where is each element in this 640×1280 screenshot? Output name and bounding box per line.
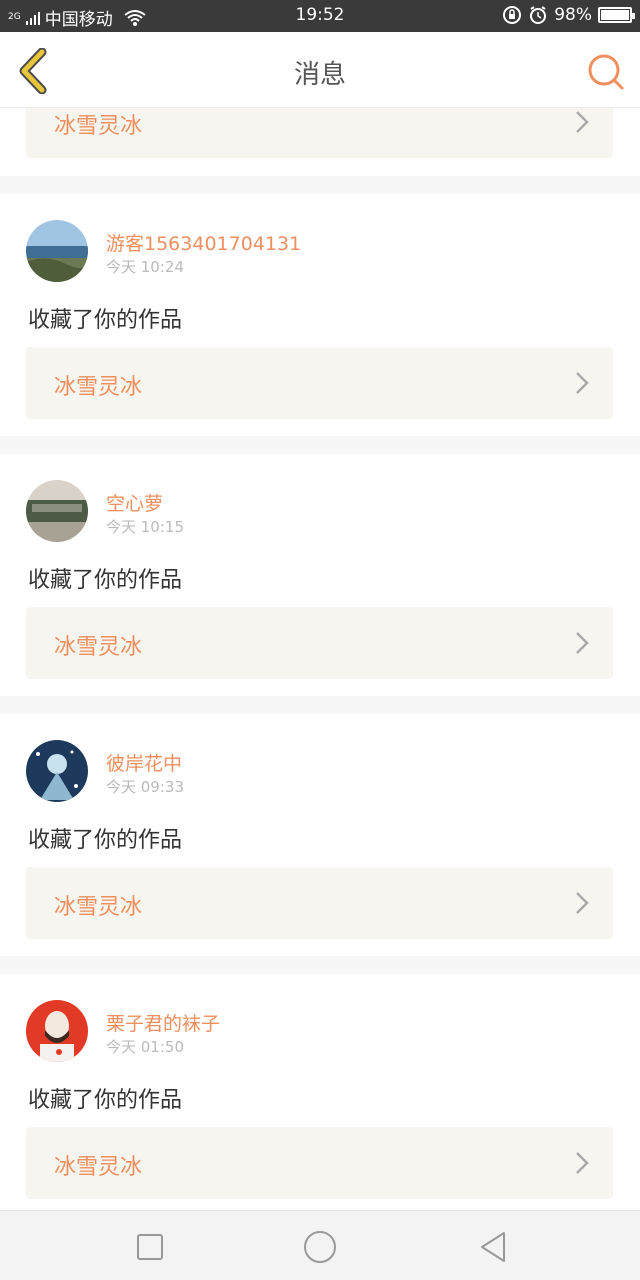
- avatar[interactable]: [26, 740, 88, 802]
- avatar[interactable]: [26, 480, 88, 542]
- action-text: 收藏了你的作品: [28, 1088, 183, 1113]
- action-text: 收藏了你的作品: [28, 568, 183, 593]
- timestamp: 今天 09:33: [106, 778, 184, 796]
- message-card: 彼岸花中 今天 09:33 收藏了你的作品 冰雪灵冰: [0, 714, 640, 956]
- battery-percent: 98%: [554, 5, 592, 25]
- chevron-right-icon: [576, 111, 589, 133]
- system-nav-bar: [0, 1210, 640, 1280]
- chevron-right-icon: [576, 1152, 589, 1174]
- message-card: 空心萝 今天 10:15 收藏了你的作品 冰雪灵冰: [0, 454, 640, 696]
- message-card: 游客1563401704131 今天 10:24 收藏了你的作品 冰雪灵冰: [0, 194, 640, 436]
- action-text: 收藏了你的作品: [28, 828, 183, 853]
- work-link[interactable]: 冰雪灵冰: [26, 607, 613, 679]
- timestamp: 今天 10:24: [106, 258, 184, 276]
- username[interactable]: 彼岸花中: [106, 749, 182, 776]
- message-card-partial: 冰雪灵冰: [0, 108, 640, 176]
- work-link[interactable]: 冰雪灵冰: [26, 867, 613, 939]
- username[interactable]: 栗子君的袜子: [106, 1009, 220, 1036]
- avatar[interactable]: [26, 1000, 88, 1062]
- message-list[interactable]: 冰雪灵冰 游客1563401704131 今天 10:24 收藏了你的作品 冰雪…: [0, 108, 640, 1210]
- work-title: 冰雪灵冰: [54, 114, 143, 139]
- triangle-back-icon[interactable]: [474, 1229, 510, 1265]
- status-bar: 2G 中国移动 19:52 98%: [0, 0, 640, 32]
- action-text: 收藏了你的作品: [28, 308, 183, 333]
- work-link[interactable]: 冰雪灵冰: [26, 347, 613, 419]
- work-title: 冰雪灵冰: [54, 1155, 143, 1180]
- status-right: 98%: [502, 5, 635, 25]
- chevron-right-icon: [576, 632, 589, 654]
- message-card: 栗子君的袜子 今天 01:50 收藏了你的作品 冰雪灵冰: [0, 974, 640, 1210]
- chevron-right-icon: [576, 892, 589, 914]
- work-title: 冰雪灵冰: [54, 375, 143, 400]
- work-title: 冰雪灵冰: [54, 895, 143, 920]
- avatar[interactable]: [26, 220, 88, 282]
- header-bar: 消息: [0, 32, 640, 108]
- username[interactable]: 游客1563401704131: [106, 229, 301, 256]
- work-title: 冰雪灵冰: [54, 635, 143, 660]
- work-link[interactable]: 冰雪灵冰: [26, 1127, 613, 1199]
- rotation-lock-icon: [503, 6, 522, 24]
- chevron-right-icon: [576, 372, 589, 394]
- battery-icon: [598, 7, 635, 23]
- alarm-icon: [530, 6, 547, 24]
- timestamp: 今天 01:50: [106, 1038, 184, 1056]
- circle-icon[interactable]: [302, 1229, 338, 1265]
- search-icon[interactable]: [586, 52, 626, 92]
- username[interactable]: 空心萝: [106, 489, 163, 516]
- square-icon[interactable]: [132, 1229, 168, 1265]
- work-link[interactable]: 冰雪灵冰: [26, 108, 613, 158]
- timestamp: 今天 10:15: [106, 518, 184, 536]
- page-title: 消息: [293, 60, 346, 90]
